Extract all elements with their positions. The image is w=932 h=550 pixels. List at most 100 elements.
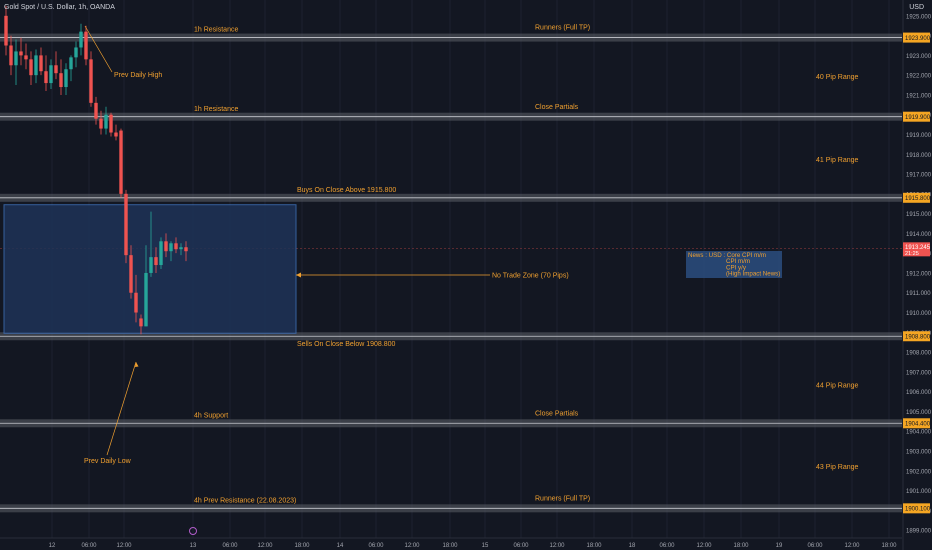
- news-line: (High Impact News): [726, 271, 780, 278]
- price-tick: 1906.000: [906, 390, 932, 396]
- time-tick: 18:00: [294, 543, 310, 549]
- time-tick: 14: [337, 543, 344, 549]
- time-tick: 13: [190, 543, 197, 549]
- price-tick: 1911.000: [906, 291, 931, 297]
- currency-label: USD: [909, 4, 924, 11]
- annotation-label: Prev Daily High: [114, 72, 162, 79]
- candle-body: [164, 241, 168, 252]
- time-tick: 06:00: [81, 543, 97, 549]
- price-tick: 1912.000: [906, 271, 932, 277]
- time-tick: 19: [776, 543, 783, 549]
- time-tick: 18: [629, 543, 636, 549]
- zone-label: No Trade Zone (70 Pips): [492, 273, 569, 280]
- price-tag: 1908.800: [905, 335, 931, 341]
- price-tick: 1907.000: [906, 370, 932, 376]
- candle-body: [99, 118, 103, 129]
- annotation-label: 43 Pip Range: [816, 464, 859, 471]
- price-tick: 1899.000: [906, 529, 932, 535]
- price-tick: 1901.000: [906, 489, 932, 495]
- zone-arrow-head: [296, 272, 301, 278]
- candle-body: [124, 193, 128, 256]
- time-tick: 06:00: [222, 543, 238, 549]
- candle-body: [79, 31, 83, 48]
- time-tick: 15: [482, 543, 489, 549]
- candle-body: [69, 57, 73, 70]
- no-trade-zone[interactable]: No Trade Zone (70 Pips): [3, 204, 569, 334]
- time-tick: 06:00: [368, 543, 384, 549]
- time-tick: 06:00: [659, 543, 675, 549]
- last-price-time: 21:25: [905, 251, 919, 257]
- annotation-label: Runners (Full TP): [535, 495, 590, 502]
- price-tick: 1915.000: [906, 212, 932, 218]
- annotation-label: Runners (Full TP): [535, 25, 590, 32]
- price-tick: 1902.000: [906, 469, 932, 475]
- time-tick: 12:00: [116, 543, 132, 549]
- candle-body: [14, 51, 18, 66]
- candle-body: [179, 247, 183, 250]
- time-axis[interactable]: 12 06:00 12:00 13 06:00 12:00 18:00 14 06:00 12:0…: [0, 527, 902, 550]
- time-tick: 12: [49, 543, 56, 549]
- candle-body: [139, 318, 143, 327]
- candle-body: [4, 15, 8, 46]
- time-tick: 18:00: [442, 543, 458, 549]
- candle-body: [24, 55, 28, 60]
- candle-body: [169, 243, 173, 252]
- time-tick: 18:00: [586, 543, 602, 549]
- candle-body: [119, 130, 123, 194]
- annotation-label: Close Partials: [535, 104, 579, 111]
- candle-body: [149, 257, 153, 273]
- candle-body: [84, 31, 88, 60]
- candle-body: [94, 102, 98, 119]
- price-tick: 1904.000: [906, 430, 932, 436]
- price-tag: 1923.900: [905, 36, 931, 42]
- candle-body: [29, 59, 33, 76]
- symbol-title: Gold Spot / U.S. Dollar, 1h, OANDA: [4, 4, 115, 11]
- price-tag: 1900.100: [905, 507, 931, 513]
- annotation-label: Buys On Close Above 1915.800: [297, 187, 396, 194]
- annotation-label: 40 Pip Range: [816, 74, 859, 81]
- candle-body: [64, 69, 68, 88]
- candle-body: [184, 247, 188, 252]
- time-tick: 12:00: [257, 543, 273, 549]
- candle-body: [74, 47, 78, 58]
- candle-body: [49, 65, 53, 84]
- time-tick: 18:00: [733, 543, 749, 549]
- annotation-label: 44 Pip Range: [816, 383, 859, 390]
- time-tick: 18:00: [881, 543, 897, 549]
- price-tick: 1905.000: [906, 410, 932, 416]
- candle-body: [44, 71, 48, 84]
- price-tick: 1908.000: [906, 351, 932, 357]
- time-tick: 12:00: [696, 543, 712, 549]
- price-tick: 1923.000: [906, 54, 932, 60]
- news-box: News : USD : Core CPI m/mCPI m/mCPI y/y(…: [686, 251, 782, 278]
- candle-body: [19, 51, 23, 56]
- annotation-label: 41 Pip Range: [816, 157, 859, 164]
- candle-body: [104, 114, 108, 129]
- time-tick: 06:00: [513, 543, 529, 549]
- price-tick: 1903.000: [906, 449, 932, 455]
- candle-body: [9, 45, 13, 66]
- prev-low-leader: [106, 361, 137, 456]
- time-tick: 12:00: [844, 543, 860, 549]
- price-tick: 1918.000: [906, 153, 932, 159]
- annotation-label: Prev Daily Low: [84, 458, 132, 465]
- price-tick: 1925.000: [906, 14, 932, 20]
- candle-body: [109, 114, 113, 133]
- price-tick: 1910.000: [906, 311, 932, 317]
- price-tag: 1919.900: [905, 115, 931, 121]
- price-tick: 1914.000: [906, 232, 932, 238]
- candle-body: [174, 243, 178, 250]
- price-axis[interactable]: 1925.0001924.0001923.0001922.0001921.000…: [902, 0, 932, 550]
- price-tag: 1915.800: [905, 196, 931, 202]
- candle-body: [89, 59, 93, 103]
- candle-body: [129, 255, 133, 293]
- candle-body: [144, 272, 148, 327]
- candle-body: [114, 132, 118, 137]
- annotation-label: 1h Resistance: [194, 27, 238, 34]
- candle-body: [59, 73, 63, 88]
- chart-canvas[interactable]: No Trade Zone (70 Pips) 1h Resistance Run…: [0, 0, 932, 550]
- price-tick: 1922.000: [906, 74, 932, 80]
- price-tick: 1921.000: [906, 93, 932, 99]
- candle-body: [39, 55, 43, 72]
- candle-body: [34, 55, 38, 76]
